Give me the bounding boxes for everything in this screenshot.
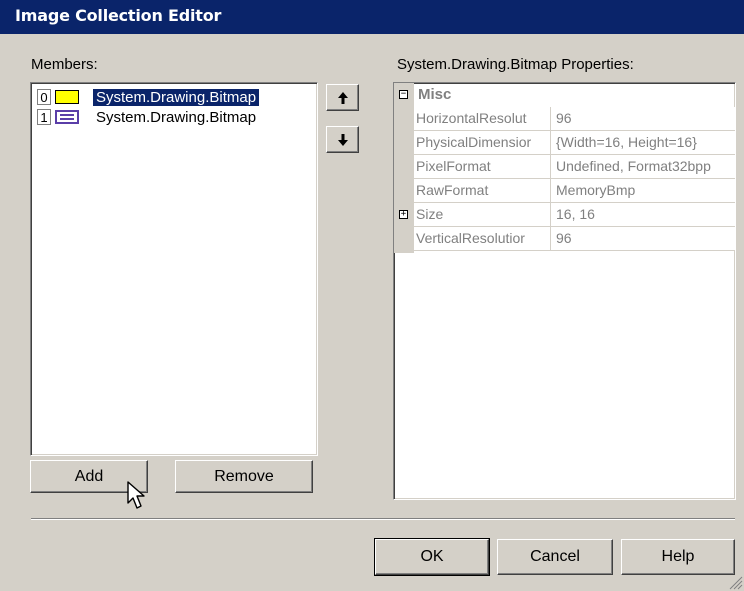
cancel-button[interactable]: Cancel: [497, 539, 613, 575]
resize-grip-icon[interactable]: [729, 576, 743, 590]
help-button[interactable]: Help: [621, 539, 735, 575]
mouse-cursor-icon: [127, 481, 145, 509]
column-separator: [550, 107, 551, 131]
member-index: 1: [37, 109, 51, 125]
property-name: HorizontalResolut: [416, 110, 527, 126]
property-row[interactable]: PhysicalDimensior {Width=16, Height=16}: [414, 131, 735, 155]
properties-label: System.Drawing.Bitmap Properties:: [397, 56, 634, 73]
column-separator: [550, 203, 551, 227]
property-row[interactable]: VerticalResolutior 96: [414, 227, 735, 251]
move-up-button[interactable]: [326, 84, 359, 111]
property-row[interactable]: HorizontalResolut 96: [414, 107, 735, 131]
property-row[interactable]: PixelFormat Undefined, Format32bpp: [414, 155, 735, 179]
arrow-down-icon: [337, 133, 348, 146]
bitmap-thumbnail-icon: [55, 90, 79, 104]
title-bar[interactable]: Image Collection Editor: [0, 0, 744, 34]
property-name: PhysicalDimensior: [416, 134, 532, 150]
property-name: Size: [416, 206, 444, 222]
column-separator: [550, 179, 551, 203]
bitmap-thumbnail-icon: [55, 110, 79, 124]
property-value: 96: [556, 230, 572, 246]
window-title: Image Collection Editor: [15, 6, 222, 25]
property-name: VerticalResolutior: [416, 230, 525, 246]
remove-button[interactable]: Remove: [175, 460, 313, 493]
column-separator: [550, 155, 551, 179]
property-name: PixelFormat: [416, 158, 491, 174]
help-button-label: Help: [661, 548, 695, 565]
member-label: System.Drawing.Bitmap: [93, 88, 260, 106]
category-misc: Misc: [418, 86, 452, 103]
list-item-member-0[interactable]: 0 System.Drawing.Bitmap: [35, 87, 314, 107]
members-list[interactable]: 0 System.Drawing.Bitmap 1 System.Drawing…: [30, 82, 318, 456]
property-value: MemoryBmp: [556, 182, 636, 198]
property-grid[interactable]: − Misc HorizontalResolut 96 PhysicalDime…: [393, 82, 736, 500]
member-index: 0: [37, 89, 51, 105]
column-separator: [550, 227, 551, 251]
arrow-up-icon: [337, 91, 348, 104]
property-grid-gutter: [394, 83, 414, 253]
dialog-divider: [31, 518, 735, 520]
collapse-category-icon[interactable]: −: [399, 90, 408, 99]
property-row[interactable]: RawFormat MemoryBmp: [414, 179, 735, 203]
property-name: RawFormat: [416, 182, 489, 198]
property-value: Undefined, Format32bpp: [556, 158, 711, 174]
ok-button-label: OK: [420, 548, 444, 565]
cancel-button-label: Cancel: [530, 548, 580, 565]
property-value: 96: [556, 110, 572, 126]
property-row[interactable]: Size 16, 16: [414, 203, 735, 227]
expand-size-icon[interactable]: +: [399, 210, 408, 219]
members-label: Members:: [31, 56, 98, 73]
column-separator: [550, 131, 551, 155]
property-value: 16, 16: [556, 206, 595, 222]
ok-button[interactable]: OK: [374, 538, 490, 576]
list-item-member-1[interactable]: 1 System.Drawing.Bitmap: [35, 107, 314, 127]
add-button-label: Add: [74, 467, 104, 485]
property-value: {Width=16, Height=16}: [556, 134, 697, 150]
move-down-button[interactable]: [326, 126, 359, 153]
member-label: System.Drawing.Bitmap: [96, 108, 257, 126]
remove-button-label: Remove: [214, 467, 274, 485]
